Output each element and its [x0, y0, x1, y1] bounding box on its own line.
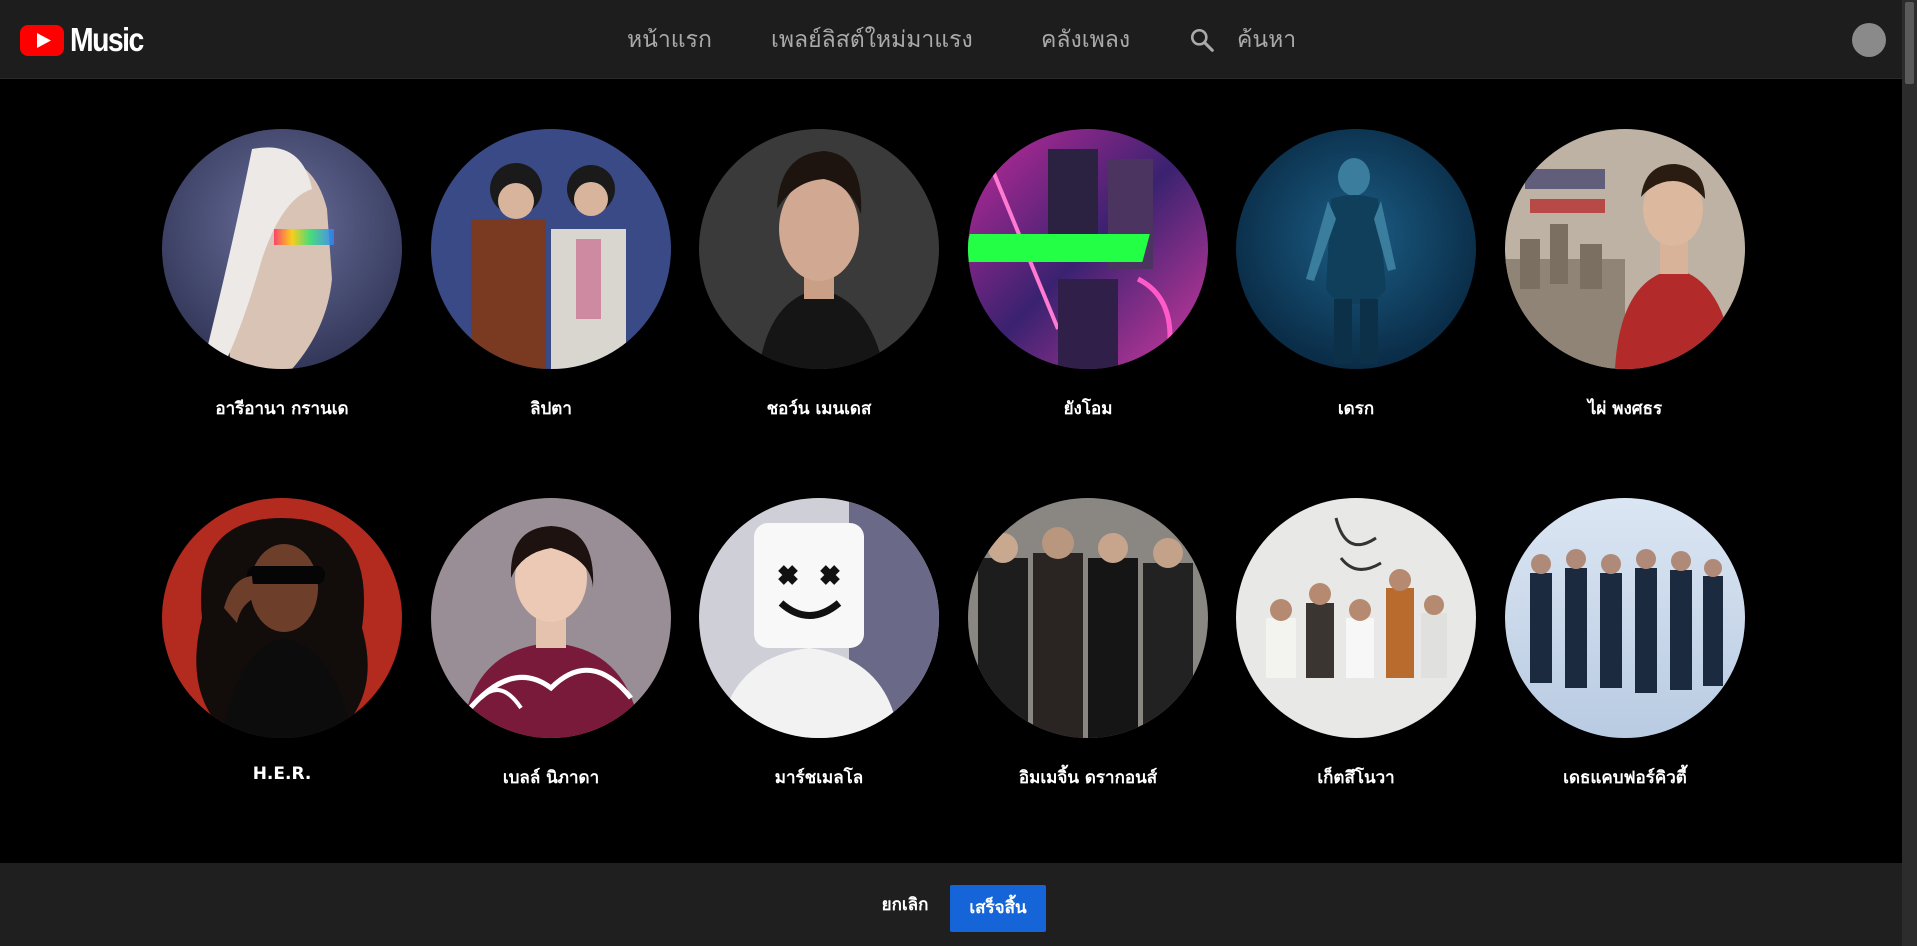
done-button[interactable]: เสร็จสิ้น — [950, 885, 1046, 932]
artist-image — [968, 498, 1208, 738]
artist-image — [1236, 129, 1476, 369]
artist-card[interactable]: อารีอานา กรานเด — [162, 129, 402, 422]
artist-card[interactable]: ลิปตา — [431, 129, 671, 422]
artist-card[interactable]: มาร์ชเมลโล — [699, 498, 939, 791]
artist-name: ลิปตา — [530, 399, 572, 419]
artist-card[interactable]: เบลล์ นิภาดา — [431, 498, 671, 791]
artist-grid: อารีอานา กรานเด ลิปตา ชอว์น เมนเดส ยังโอ… — [0, 80, 1902, 863]
artist-name: เดธแคบฟอร์คิวตี้ — [1563, 768, 1687, 788]
artist-name: H.E.R. — [252, 764, 312, 784]
nav-hotlist[interactable]: เพลย์ลิสต์ใหม่มาแรง — [771, 22, 973, 58]
artist-image — [699, 129, 939, 369]
artist-name: เดรก — [1337, 399, 1375, 419]
artist-name: เบลล์ นิภาดา — [502, 768, 600, 788]
artist-name: ยังโอม — [1063, 399, 1113, 419]
artist-image — [968, 129, 1208, 369]
artist-image — [1236, 498, 1476, 738]
artist-image — [162, 498, 402, 738]
artist-card[interactable]: อิมเมจิ้น ดรากอนส์ — [968, 498, 1208, 791]
avatar[interactable] — [1852, 23, 1886, 57]
artist-name: เก็ตสึโนวา — [1317, 768, 1395, 788]
artist-image — [162, 129, 402, 369]
nav-search[interactable]: ค้นหา — [1237, 22, 1296, 58]
artist-image — [431, 129, 671, 369]
artist-card[interactable]: เดรก — [1236, 129, 1476, 422]
artist-card[interactable]: เก็ตสึโนวา — [1236, 498, 1476, 791]
artist-name: มาร์ชเมลโล — [774, 768, 864, 788]
top-bar: Music หน้าแรก เพลย์ลิสต์ใหม่มาแรง คลังเพ… — [0, 0, 1902, 79]
artist-card[interactable]: H.E.R. — [162, 498, 402, 784]
artist-image — [1505, 129, 1745, 369]
artist-card[interactable]: เดธแคบฟอร์คิวตี้ — [1505, 498, 1745, 791]
artist-card[interactable]: ไผ่ พงศธร — [1505, 129, 1745, 422]
page-scrollbar[interactable] — [1902, 0, 1917, 946]
main-nav: หน้าแรก เพลย์ลิสต์ใหม่มาแรง คลังเพลง ค้น… — [0, 0, 1902, 79]
artist-image — [431, 498, 671, 738]
scrollbar-thumb[interactable] — [1905, 2, 1914, 84]
cancel-button[interactable]: ยกเลิก — [872, 885, 938, 925]
artist-name: ไผ่ พงศธร — [1587, 399, 1663, 419]
footer-bar: ยกเลิก เสร็จสิ้น — [0, 863, 1902, 946]
artist-name: อารีอานา กรานเด — [215, 399, 349, 419]
artist-image — [1505, 498, 1745, 738]
artist-card[interactable]: ชอว์น เมนเดส — [699, 129, 939, 422]
artist-name: ชอว์น เมนเดส — [766, 399, 872, 419]
artist-card[interactable]: ยังโอม — [968, 129, 1208, 422]
nav-home[interactable]: หน้าแรก — [627, 22, 712, 58]
search-icon[interactable] — [1189, 27, 1215, 53]
nav-library[interactable]: คลังเพลง — [1041, 22, 1130, 58]
artist-image — [699, 498, 939, 738]
artist-name: อิมเมจิ้น ดรากอนส์ — [1018, 768, 1158, 788]
